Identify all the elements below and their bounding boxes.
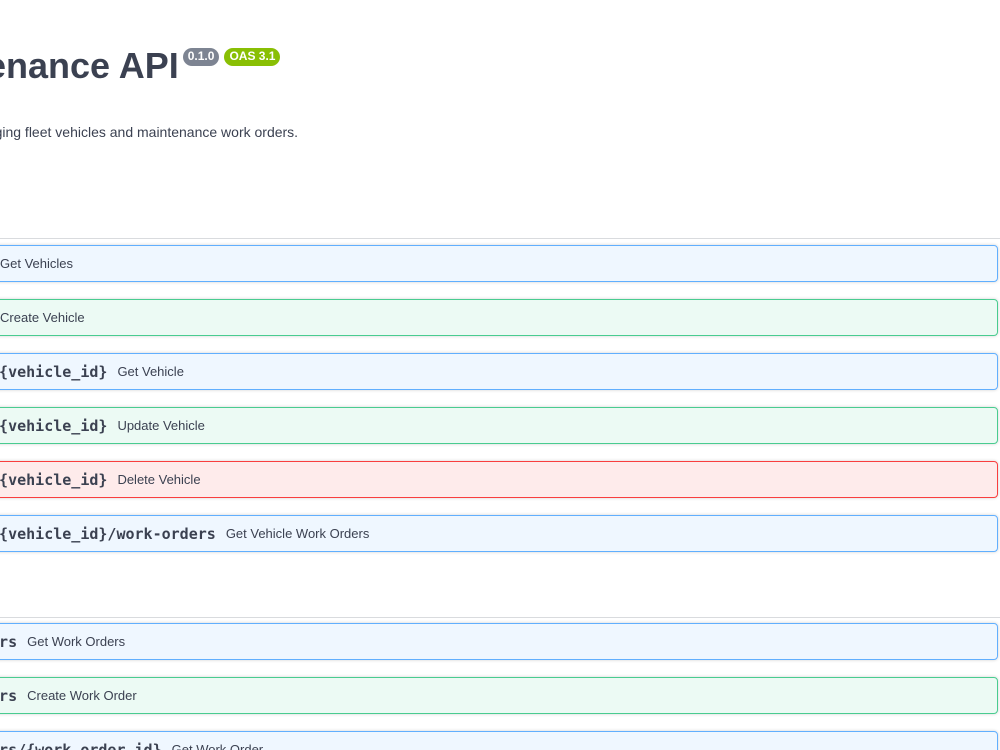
operation-summary: Delete Vehicle: [117, 472, 201, 487]
operation-path: ders: [0, 686, 18, 705]
operation-get-work-orders[interactable]: ders Get Work Orders: [0, 623, 998, 660]
operation-path: s/{vehicle_id}: [0, 470, 108, 489]
operation-summary: Get Vehicle Work Orders: [225, 526, 370, 541]
operation-update-vehicle[interactable]: s/{vehicle_id} Update Vehicle: [0, 407, 998, 444]
oas-badge: OAS 3.1: [224, 48, 281, 66]
operation-path: ders: [0, 632, 18, 651]
operation-summary: Get Vehicles: [0, 256, 74, 271]
swagger-page: tenance API 0.1.0 OAS 3.1 naging fleet v…: [0, 0, 1000, 750]
operation-get-vehicles[interactable]: s Get Vehicles: [0, 245, 998, 282]
operation-path: ders/{work_order_id}: [0, 740, 162, 750]
operation-path: s/{vehicle_id}/work-orders: [0, 524, 216, 543]
api-description: naging fleet vehicles and maintenance wo…: [0, 124, 299, 140]
operation-get-vehicle[interactable]: s/{vehicle_id} Get Vehicle: [0, 353, 998, 390]
operation-summary: Get Work Order: [171, 742, 264, 750]
api-title-row: tenance API 0.1.0 OAS 3.1: [0, 43, 281, 89]
operation-summary: Create Work Order: [27, 688, 137, 703]
operation-path: s/{vehicle_id}: [0, 416, 108, 435]
operation-path: s/{vehicle_id}: [0, 362, 108, 381]
operation-get-vehicle-work-orders[interactable]: s/{vehicle_id}/work-orders Get Vehicle W…: [0, 515, 998, 552]
operation-summary: Update Vehicle: [117, 418, 205, 433]
operation-summary: Get Vehicle: [117, 364, 184, 379]
operation-delete-vehicle[interactable]: s/{vehicle_id} Delete Vehicle: [0, 461, 998, 498]
vehicles-section-divider: [0, 238, 1000, 239]
operation-create-work-order[interactable]: ders Create Work Order: [0, 677, 998, 714]
operation-create-vehicle[interactable]: s Create Vehicle: [0, 299, 998, 336]
operation-get-work-order[interactable]: ders/{work_order_id} Get Work Order: [0, 731, 998, 750]
api-title: tenance API: [0, 45, 179, 86]
version-badge: 0.1.0: [182, 48, 220, 66]
operation-summary: Get Work Orders: [27, 634, 126, 649]
operation-summary: Create Vehicle: [0, 310, 85, 325]
work-orders-section-divider: [0, 617, 1000, 618]
